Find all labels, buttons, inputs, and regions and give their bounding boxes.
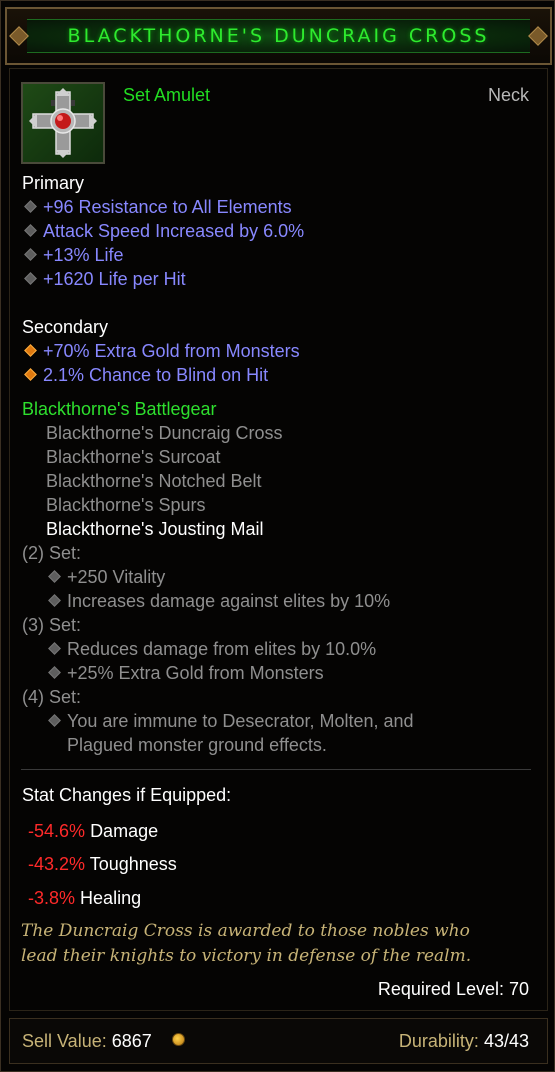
stat-change-label: Toughness: [89, 854, 177, 874]
set-piece: Blackthorne's Spurs: [46, 495, 206, 515]
set-bonus-label: (2) Set:: [22, 543, 82, 563]
item-type: Set Amulet: [123, 85, 211, 105]
header-left-ornament-icon: [9, 26, 29, 46]
header-right-ornament-icon: [528, 26, 548, 46]
set-bonus-effect: You are immune to Desecrator, Molten, an…: [67, 711, 414, 731]
stat-change-value: -3.8%: [28, 888, 76, 908]
set-bonus-effect: +25% Extra Gold from Monsters: [67, 663, 324, 683]
stat-change-label: Damage: [90, 821, 159, 841]
stat-change-row: -43.2% Toughness: [28, 854, 177, 875]
stat-changes-heading: Stat Changes if Equipped:: [22, 785, 232, 805]
set-piece-equipped: Blackthorne's Jousting Mail: [46, 519, 264, 539]
item-slot: Neck: [487, 85, 529, 105]
set-bonus-effect: +250 Vitality: [67, 567, 166, 587]
primary-stat: +1620 Life per Hit: [43, 269, 186, 289]
durability-value: 43/43: [483, 1031, 529, 1051]
primary-stat: +13% Life: [43, 245, 124, 265]
sell-value-amount: 6867: [111, 1031, 152, 1051]
stat-change-value: -43.2%: [28, 854, 86, 874]
stat-change-value: -54.6%: [28, 821, 86, 841]
tooltip-header: BLACKTHORNE'S DUNCRAIG CROSS: [5, 7, 552, 65]
primary-heading: Primary: [22, 173, 84, 193]
required-level: Required Level: 70: [377, 979, 529, 999]
flavor-line: lead their knights to victory in defense…: [21, 946, 472, 966]
item-tooltip: BLACKTHORNE'S DUNCRAIG CROSS Set Amulet …: [0, 0, 555, 1072]
set-bonus-effect: Reduces damage from elites by 10.0%: [67, 639, 377, 659]
primary-stat: +96 Resistance to All Elements: [43, 197, 292, 217]
set-piece: Blackthorne's Notched Belt: [46, 471, 262, 491]
stat-change-row: -3.8% Healing: [28, 888, 141, 909]
amulet-cross-icon: [21, 82, 105, 164]
stat-change-row: -54.6% Damage: [28, 821, 158, 842]
stat-change-label: Healing: [80, 888, 142, 908]
item-name: BLACKTHORNE'S DUNCRAIG CROSS: [67, 25, 490, 47]
set-bonus-effect: Plagued monster ground effects.: [67, 735, 327, 755]
secondary-stat: +70% Extra Gold from Monsters: [43, 341, 300, 361]
secondary-stat: 2.1% Chance to Blind on Hit: [43, 365, 269, 385]
set-bonus-effect: Increases damage against elites by 10%: [67, 591, 391, 611]
durability: Durability: 43/43: [399, 1031, 529, 1052]
section-divider: [21, 769, 531, 770]
gold-coin-icon: [172, 1033, 185, 1046]
set-piece: Blackthorne's Surcoat: [46, 447, 221, 467]
secondary-heading: Secondary: [22, 317, 109, 337]
primary-stat: Attack Speed Increased by 6.0%: [43, 221, 305, 241]
set-bonus-label: (3) Set:: [22, 615, 82, 635]
set-piece: Blackthorne's Duncraig Cross: [46, 423, 283, 443]
durability-label: Durability:: [398, 1031, 479, 1051]
set-name: Blackthorne's Battlegear: [22, 399, 217, 419]
set-bonus-label: (4) Set:: [22, 687, 82, 707]
header-banner: BLACKTHORNE'S DUNCRAIG CROSS: [27, 19, 530, 53]
sell-value-label: Sell Value:: [22, 1031, 107, 1051]
flavor-line: The Duncraig Cross is awarded to those n…: [21, 921, 470, 941]
sell-value: Sell Value: 6867: [22, 1031, 152, 1052]
flavor-text: The Duncraig Cross is awarded to those n…: [21, 919, 531, 969]
